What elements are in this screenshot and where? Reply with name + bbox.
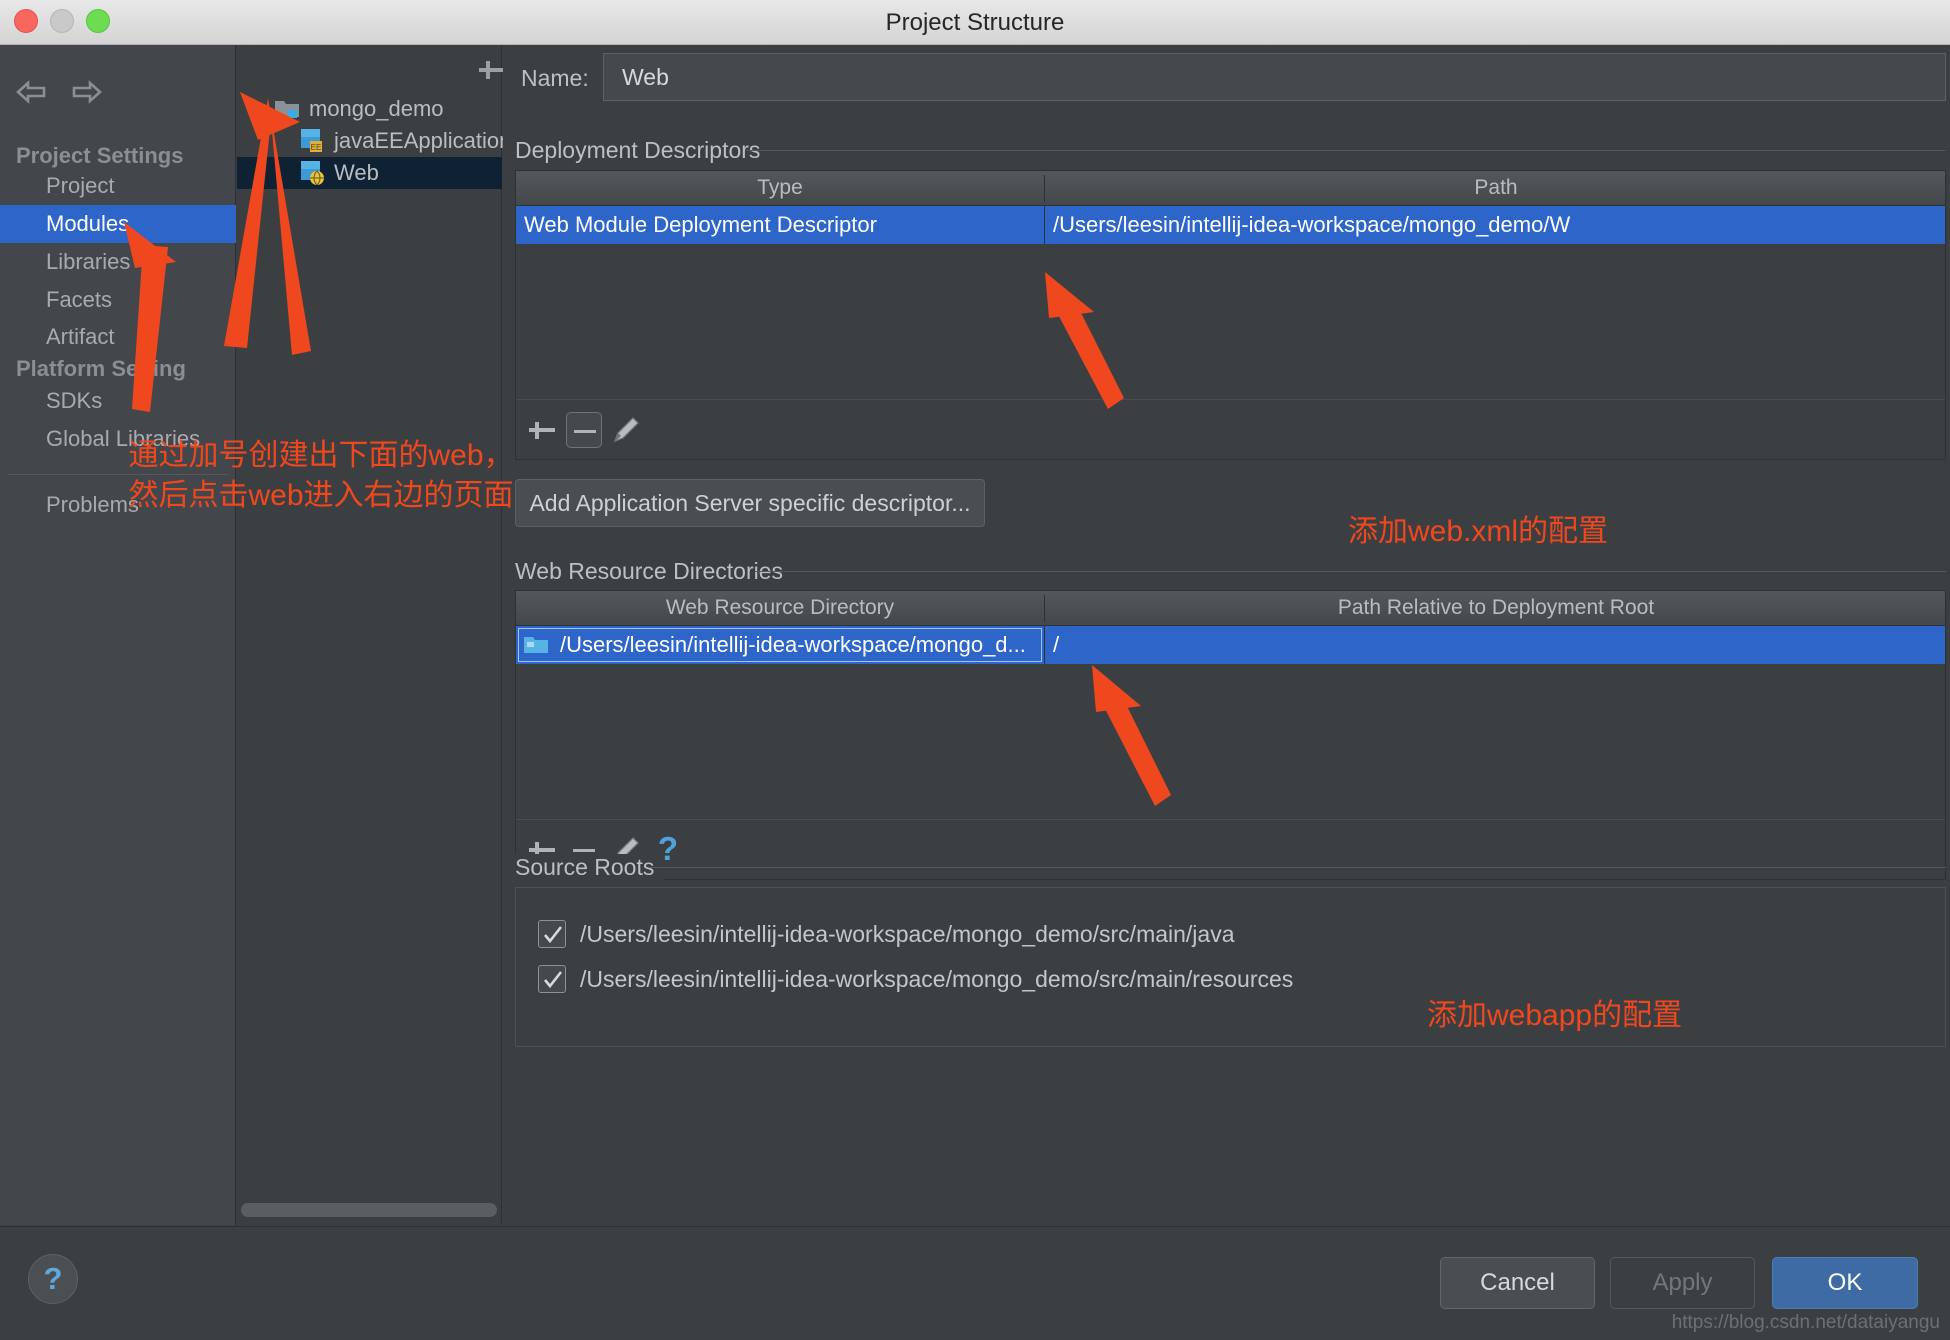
annotation-left-line2: 然后点击web进入右边的页面 — [128, 478, 514, 512]
annotation-left-line1: 通过加号创建出下面的web， — [128, 439, 514, 472]
table-row[interactable]: /Users/leesin/intellij-idea-workspace/mo… — [516, 626, 1945, 664]
web-resources-column-relative-path[interactable]: Path Relative to Deployment Root — [1045, 591, 1947, 625]
annotation-left-block: 通过加号创建出下面的web， 然后点击web进入右边的页面 — [126, 436, 516, 515]
web-module-icon — [301, 161, 324, 185]
web-resource-directories-title: Web Resource Directories — [515, 558, 794, 585]
web-resources-cell-directory: /Users/leesin/intellij-idea-workspace/mo… — [560, 632, 1026, 657]
window-title: Project Structure — [885, 9, 1065, 36]
web-resources-column-directory[interactable]: Web Resource Directory — [516, 591, 1044, 625]
annotation-webapp: 添加webapp的配置 — [1427, 999, 1683, 1032]
source-root-checkbox[interactable] — [538, 965, 566, 993]
web-resource-directories-table: Web Resource Directory Path Relative to … — [515, 590, 1946, 880]
tree-node-web[interactable]: Web — [237, 157, 502, 189]
project-structure-dialog: Project Structure Project Settings Proje… — [0, 0, 1950, 1340]
tree-node-label: Web — [334, 160, 379, 185]
arrow-left-icon[interactable] — [14, 77, 48, 107]
remove-descriptor-button[interactable] — [566, 412, 602, 448]
deployment-descriptors-title: Deployment Descriptors — [515, 137, 771, 164]
tree-horizontal-scrollbar[interactable] — [241, 1203, 497, 1217]
cancel-button[interactable]: Cancel — [1440, 1257, 1595, 1309]
deployment-table-toolbar — [516, 399, 1945, 459]
ok-button[interactable]: OK — [1772, 1257, 1918, 1309]
svg-text:EE: EE — [311, 143, 322, 152]
deployment-descriptors-rule — [746, 150, 1946, 151]
watermark-text: https://blog.csdn.net/dataiyangu — [1671, 1312, 1940, 1333]
apply-button[interactable]: Apply — [1610, 1257, 1755, 1309]
web-resources-rule — [755, 571, 1946, 572]
deployment-column-type[interactable]: Type — [516, 171, 1044, 205]
add-app-server-descriptor-button[interactable]: Add Application Server specific descript… — [515, 479, 985, 527]
tree-scrollbar-thumb[interactable] — [241, 1203, 497, 1217]
folder-module-icon — [275, 101, 299, 118]
source-root-path: /Users/leesin/intellij-idea-workspace/mo… — [580, 966, 1294, 992]
web-resources-table-header: Web Resource Directory Path Relative to … — [516, 591, 1945, 626]
source-roots-list: /Users/leesin/intellij-idea-workspace/mo… — [515, 887, 1946, 1047]
deployment-cell-path: /Users/leesin/intellij-idea-workspace/mo… — [1053, 212, 1571, 237]
source-root-checkbox[interactable] — [538, 920, 566, 948]
window-titlebar: Project Structure — [0, 0, 1950, 45]
sidebar-item-libraries[interactable]: Libraries — [0, 243, 236, 281]
tree-node-javaeeapplication[interactable]: EE javaEEApplication — [237, 125, 511, 157]
deployment-table-header: Type Path — [516, 171, 1945, 206]
table-row[interactable]: Web Module Deployment Descriptor /Users/… — [516, 206, 1945, 244]
help-button[interactable]: ? — [28, 1254, 78, 1304]
web-resources-table-toolbar: ? — [516, 819, 1945, 879]
sidebar-item-modules[interactable]: Modules — [0, 205, 236, 243]
arrow-right-icon[interactable] — [70, 77, 104, 107]
sidebar-item-sdks[interactable]: SDKs — [0, 382, 236, 420]
sidebar-group-platform-settings: Platform Setting — [16, 356, 186, 381]
source-roots-rule — [650, 867, 1946, 868]
chevron-down-icon[interactable] — [247, 104, 265, 115]
module-name-input[interactable]: Web — [603, 53, 1946, 101]
javaee-module-icon: EE — [301, 129, 322, 152]
folder-icon — [524, 637, 548, 653]
sidebar-item-facets[interactable]: Facets — [0, 281, 236, 319]
tree-node-mongo-demo[interactable]: mongo_demo — [237, 93, 502, 125]
modules-tree-panel: mongo_demo EE javaEEApplication Web — [237, 45, 587, 1225]
list-item[interactable]: /Users/leesin/intellij-idea-workspace/mo… — [516, 910, 1945, 958]
source-roots-title: Source Roots — [515, 854, 665, 881]
dialog-footer: ? Cancel Apply OK https://blog.csdn.net/… — [0, 1226, 1950, 1340]
modules-tree-toolbar — [237, 45, 587, 93]
deployment-column-path[interactable]: Path — [1045, 171, 1947, 205]
sidebar-group-project-settings: Project Settings — [16, 143, 184, 168]
tree-node-label: javaEEApplication — [334, 128, 512, 153]
source-root-path: /Users/leesin/intellij-idea-workspace/mo… — [580, 921, 1235, 947]
list-item[interactable]: /Users/leesin/intellij-idea-workspace/mo… — [516, 955, 1945, 1003]
module-settings-panel: Name: Web Deployment Descriptors Type Pa… — [503, 45, 1950, 1225]
module-name-label: Name: — [521, 65, 589, 91]
deployment-descriptors-table: Type Path Web Module Deployment Descript… — [515, 170, 1946, 460]
edit-descriptor-button[interactable] — [608, 412, 644, 448]
sidebar-item-project[interactable]: Project — [0, 167, 236, 205]
deployment-cell-type: Web Module Deployment Descriptor — [524, 212, 877, 237]
settings-sidebar: Project Settings Project Modules Librari… — [0, 45, 236, 1225]
add-descriptor-button[interactable] — [524, 412, 560, 448]
sidebar-item-artifact[interactable]: Artifact — [0, 318, 236, 356]
web-resources-cell-relative-path: / — [1053, 632, 1060, 657]
annotation-webxml: 添加web.xml的配置 — [1348, 515, 1609, 548]
sidebar-nav-arrows — [14, 77, 104, 107]
tree-node-label: mongo_demo — [309, 96, 444, 121]
